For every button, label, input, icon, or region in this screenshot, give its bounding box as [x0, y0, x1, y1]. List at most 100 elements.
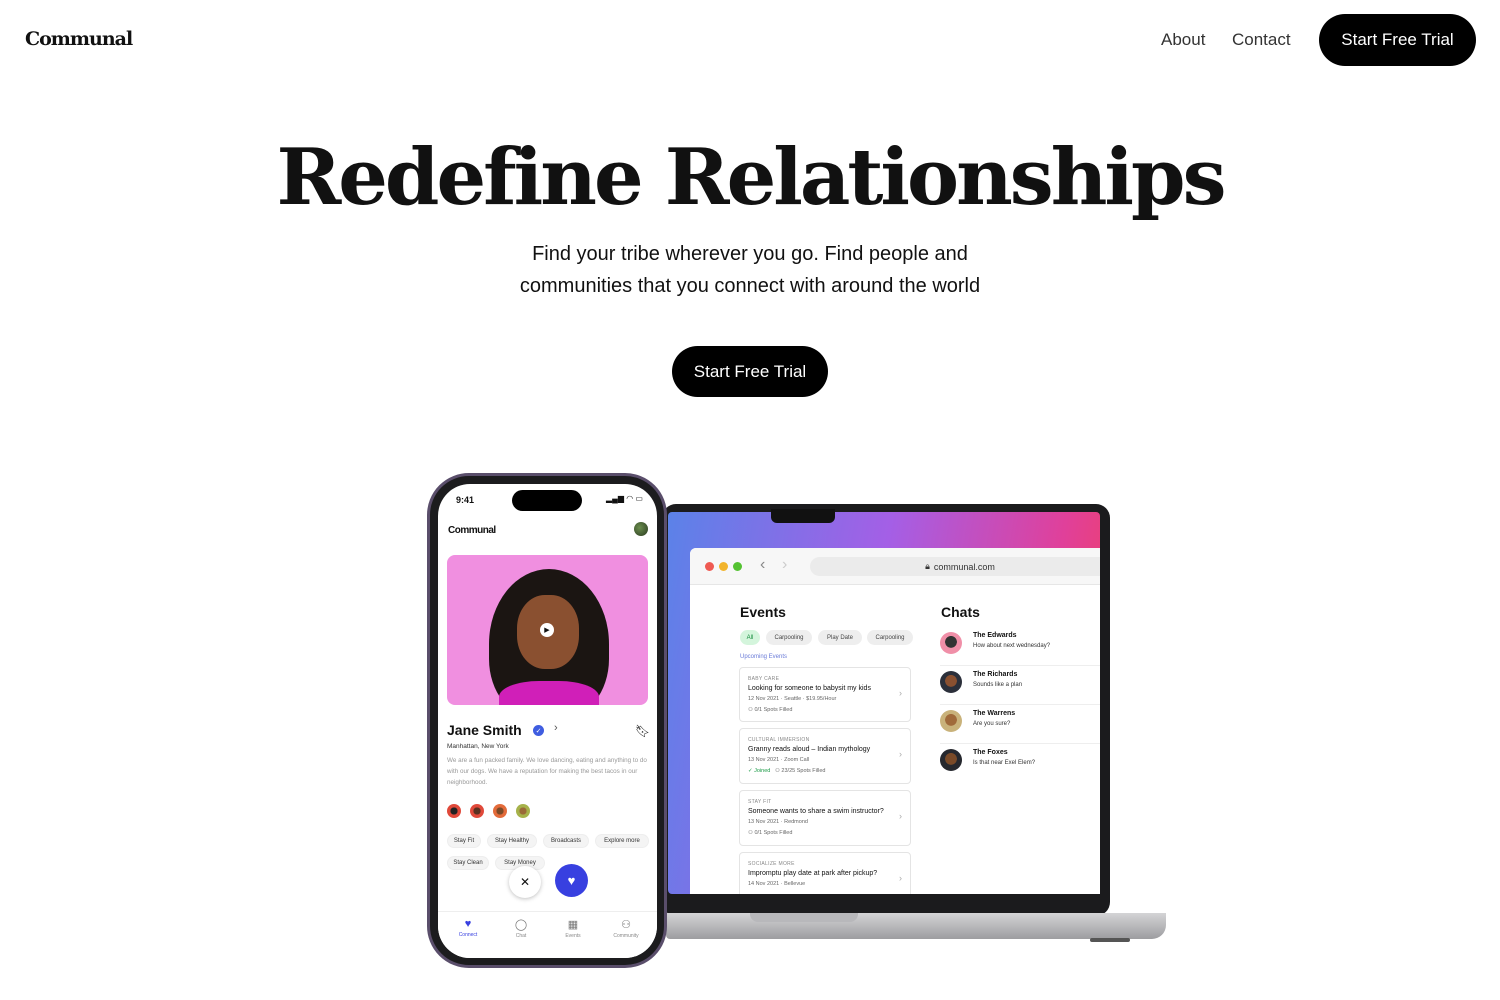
- event-name: Impromptu play date at park after pickup…: [748, 870, 878, 877]
- chevron-right-icon: ›: [899, 873, 902, 883]
- chat-bubble-icon: ◯: [514, 919, 528, 931]
- hero-start-trial-button[interactable]: Start Free Trial: [672, 346, 828, 397]
- event-card: BABY CARE Looking for someone to babysit…: [739, 667, 911, 722]
- event-category: SOCIALIZE MORE: [748, 861, 795, 867]
- character-shirt: [499, 681, 599, 705]
- avatar: [470, 804, 484, 818]
- tab-label: Community: [613, 933, 639, 939]
- status-time: 9:41: [456, 495, 475, 505]
- verified-badge-icon: ✓: [533, 725, 544, 736]
- avatar: [493, 804, 507, 818]
- tab-label: Events: [565, 933, 581, 939]
- chat-name: The Edwards: [973, 632, 1017, 639]
- person-icon: ⚇: [748, 707, 753, 713]
- event-category: CULTURAL IMMERSION: [748, 737, 810, 743]
- filter-chip-carpooling: Carpooling: [766, 630, 812, 645]
- chat-message: Is that near Exel Elem?: [973, 760, 1036, 766]
- chat-message: How about next wednesday?: [973, 643, 1051, 649]
- avatar: [940, 749, 962, 771]
- laptop-notch: [771, 509, 835, 523]
- chevron-right-icon: ›: [899, 688, 902, 698]
- signal-wifi-battery-icon: ▂▄▆ ◠ ▭: [606, 494, 643, 503]
- event-location: Bellevue: [784, 881, 806, 887]
- profile-location: Manhattan, New York: [447, 743, 509, 750]
- hero-subtitle-line1: Find your tribe wherever you go. Find pe…: [532, 243, 968, 265]
- header-start-trial-button[interactable]: Start Free Trial: [1319, 14, 1476, 66]
- lock-icon: 🔒︎: [925, 561, 930, 571]
- url-bar: 🔒︎ communal.com: [810, 557, 1100, 576]
- forward-arrow-icon: ›: [782, 556, 788, 573]
- interest-tag: Broadcasts: [543, 834, 589, 848]
- phone-app-logo: Communal: [448, 525, 496, 536]
- event-date: 12 Nov 2021: [748, 696, 780, 702]
- event-card: SOCIALIZE MORE Impromptu play date at pa…: [739, 852, 911, 894]
- filter-chip-all: All: [740, 630, 760, 645]
- event-meta: 13 Nov 2021 · Zoom Call: [748, 757, 810, 763]
- event-category: STAY FIT: [748, 799, 772, 805]
- chat-row: The Warrens Are you sure?: [940, 706, 1100, 744]
- close-dot-icon: [705, 562, 714, 571]
- profile-bio: We are a fun packed family. We love danc…: [447, 757, 647, 786]
- browser-window: ‹ › 🔒︎ communal.com Events All Carpoolin…: [690, 548, 1100, 894]
- tab-label: Connect: [458, 932, 478, 938]
- tab-label: Chat: [515, 933, 527, 939]
- interest-tag: Stay Healthy: [487, 834, 537, 848]
- check-icon: ✓: [748, 768, 753, 774]
- chat-row: The Edwards How about next wednesday?: [940, 628, 1100, 666]
- chevron-right-icon: ›: [554, 722, 558, 734]
- url-text: communal.com: [933, 561, 995, 572]
- hero-title: Redefine Relationships: [276, 132, 1226, 223]
- event-location: Seattle: [784, 696, 802, 702]
- event-name: Someone wants to share a swim instructor…: [748, 808, 884, 815]
- tab-connect: ♥ Connect: [448, 918, 488, 938]
- avatar: [940, 671, 962, 693]
- event-meta: 12 Nov 2021 · Seattle · $19.95/Hour: [748, 696, 837, 702]
- back-arrow-icon: ‹: [760, 556, 766, 573]
- dynamic-island: [512, 490, 582, 511]
- events-title: Events: [740, 604, 786, 620]
- minimize-dot-icon: [719, 562, 728, 571]
- chat-row: The Richards Sounds like a plan: [940, 667, 1100, 705]
- event-category: BABY CARE: [748, 676, 780, 682]
- event-date: 14 Nov 2021: [748, 881, 780, 887]
- chat-row: The Foxes Is that near Exel Elem?: [940, 745, 1100, 783]
- event-date: 13 Nov 2021: [748, 819, 780, 825]
- site-logo[interactable]: Communal: [25, 28, 133, 50]
- event-location: Redmond: [784, 819, 808, 825]
- dismiss-close-icon: ✕: [509, 866, 541, 898]
- nav-contact-link[interactable]: Contact: [1232, 30, 1291, 50]
- upcoming-events-label: Upcoming Events: [740, 654, 788, 660]
- filter-chip-play-date: Play Date: [818, 630, 862, 645]
- event-card: CULTURAL IMMERSION Granny reads aloud – …: [739, 728, 911, 784]
- chevron-right-icon: ›: [899, 811, 902, 821]
- person-icon: ⚇: [748, 830, 753, 836]
- community-icon: ⚇: [621, 919, 631, 931]
- like-heart-icon: ♥: [555, 864, 588, 897]
- joined-label: Joined: [754, 768, 771, 774]
- event-spots: ⚇ 0/1 Spots Filled: [748, 830, 792, 836]
- tab-chat: ◯ Chat: [501, 918, 541, 939]
- event-spots: ⚇ 0/1 Spots Filled: [748, 707, 792, 713]
- phone-tab-bar: ♥ Connect ◯ Chat ▦ Events ⚇ Community: [438, 911, 657, 958]
- avatar: [447, 804, 461, 818]
- heart-icon: ♥: [464, 918, 472, 930]
- avatar: [516, 804, 530, 818]
- maximize-dot-icon: [733, 562, 742, 571]
- profile-photo: ▶: [447, 555, 648, 705]
- nav-about-link[interactable]: About: [1161, 30, 1205, 50]
- avatar: [634, 522, 648, 536]
- laptop-base-lip: [750, 913, 858, 922]
- chat-message: Sounds like a plan: [973, 682, 1023, 688]
- event-location: Zoom Call: [784, 757, 810, 763]
- bookmark-icon: 🔖︎: [635, 724, 651, 738]
- browser-toolbar: ‹ › 🔒︎ communal.com: [690, 548, 1100, 585]
- event-card: STAY FIT Someone wants to share a swim i…: [739, 790, 911, 846]
- filter-chip-carpooling-2: Carpooling: [867, 630, 913, 645]
- avatar: [940, 710, 962, 732]
- event-meta: 13 Nov 2021 · Redmond: [748, 819, 808, 825]
- interest-tag: Explore more: [595, 834, 649, 848]
- tab-community: ⚇ Community: [606, 918, 646, 939]
- chat-message: Are you sure?: [973, 721, 1011, 727]
- avatar: [940, 632, 962, 654]
- calendar-icon: ▦: [567, 919, 579, 931]
